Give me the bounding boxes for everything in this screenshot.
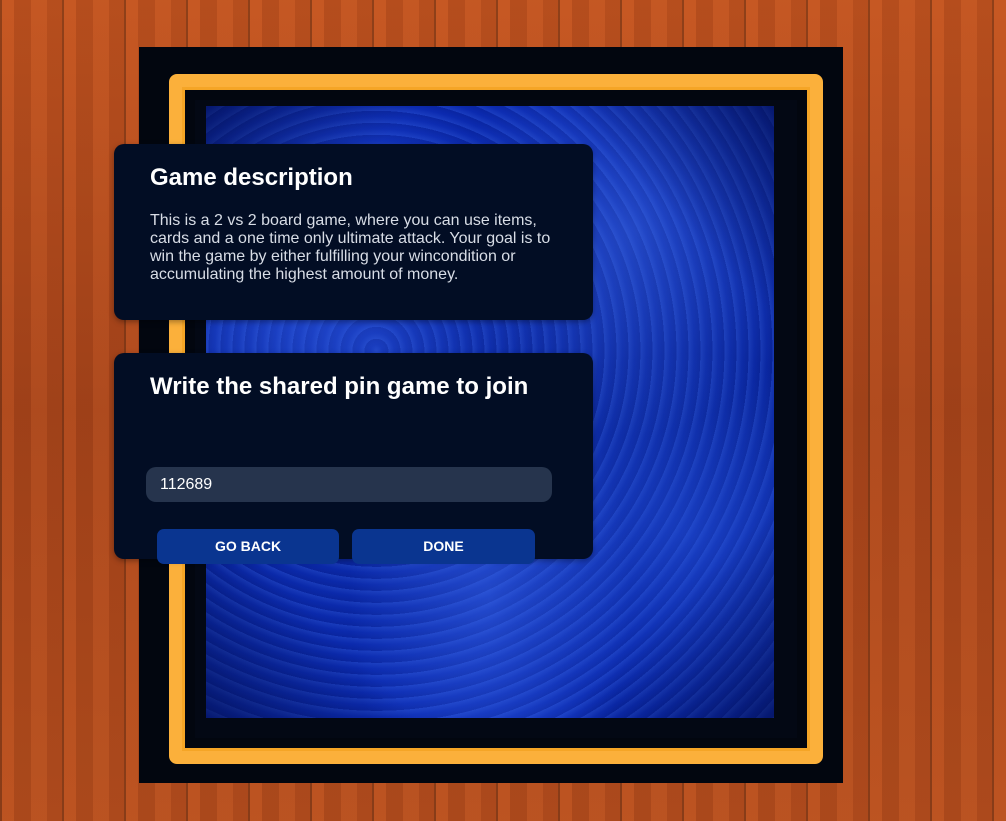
game-pin-input[interactable]	[146, 467, 552, 502]
game-description-card: Game description This is a 2 vs 2 board …	[114, 144, 593, 320]
go-back-button[interactable]: GO BACK	[157, 529, 339, 564]
game-description-title: Game description	[150, 164, 353, 191]
game-description-text: This is a 2 vs 2 board game, where you c…	[150, 212, 551, 283]
join-game-title: Write the shared pin game to join	[150, 373, 529, 400]
done-button[interactable]: DONE	[352, 529, 535, 564]
